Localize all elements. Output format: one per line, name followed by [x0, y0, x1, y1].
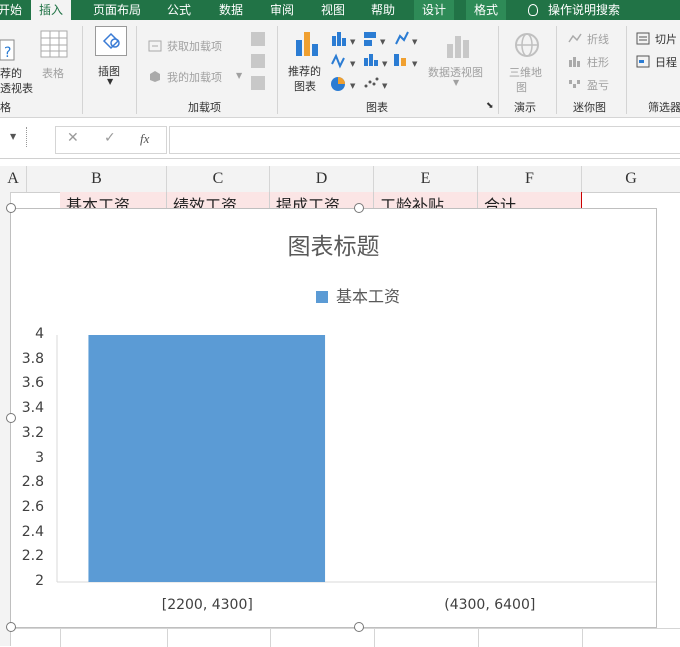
timeline-icon [636, 55, 650, 68]
svg-text:▼: ▼ [412, 60, 418, 68]
lightbulb-icon [528, 4, 538, 16]
resize-handle-left[interactable] [6, 413, 16, 423]
grid-row [10, 628, 680, 647]
recommended-pivot-line2[interactable]: 透视表 [0, 80, 33, 96]
table-button-label[interactable]: 表格 [42, 65, 64, 81]
svg-text:▼: ▼ [380, 38, 386, 46]
addins-side-icons [251, 32, 265, 90]
column-header-e[interactable]: E [374, 166, 478, 192]
chart-type-icons[interactable]: ▼ ▼ ▼ ▼ ▼ ▼ ▼ ▼ [330, 28, 422, 100]
tab-review[interactable]: 审阅 [270, 0, 294, 20]
shapes-icon [102, 32, 120, 50]
column-header-f[interactable]: F [478, 166, 582, 192]
tell-me-search[interactable]: 操作说明搜索 [528, 0, 620, 20]
formula-input[interactable] [169, 126, 680, 154]
column-headers: A B C D E F G [0, 166, 680, 193]
chevron-down-icon: ▼ [107, 77, 114, 86]
illustrations-button[interactable] [95, 26, 127, 56]
column-header-b[interactable]: B [27, 166, 167, 192]
chevron-down-icon: ▼ [236, 71, 243, 80]
sparkline-line-icon [568, 33, 582, 43]
charts-group-label: 图表 [366, 101, 388, 114]
recommended-charts-icon[interactable] [294, 28, 322, 58]
group-separator [277, 26, 278, 114]
resize-handle-top-left[interactable] [6, 203, 16, 213]
tab-design[interactable]: 设计 [414, 0, 455, 20]
tours-group-label: 演示 [514, 101, 536, 114]
name-box-dropdown-icon[interactable]: ▼ [10, 132, 16, 141]
group-separator [626, 26, 627, 114]
column-header-a[interactable]: A [0, 166, 27, 192]
slicer-icon [636, 32, 650, 45]
ribbon-tab-bar: 开始 插入 页面布局 公式 数据 审阅 视图 帮助 设计 格式 操作说明搜索 [0, 0, 680, 20]
group-separator [556, 26, 557, 114]
store-icon [148, 40, 162, 52]
chevron-down-icon: ▼ [453, 78, 460, 87]
addins-group-label: 加载项 [188, 101, 221, 114]
tab-page-layout[interactable]: 页面布局 [93, 0, 141, 20]
tab-format[interactable]: 格式 [466, 0, 507, 20]
svg-text:?: ? [4, 45, 11, 61]
tab-insert[interactable]: 插入 [31, 0, 72, 20]
group-separator [498, 26, 499, 114]
recommended-charts-line2[interactable]: 图表 [294, 78, 316, 94]
chart-bar[interactable] [88, 335, 326, 582]
svg-text:▼: ▼ [350, 60, 356, 68]
tab-help[interactable]: 帮助 [371, 0, 395, 20]
formula-bar: ▼ ✕ ✓ fx [0, 118, 680, 159]
sparkline-column-icon [569, 57, 580, 67]
globe-icon[interactable] [512, 30, 542, 60]
tab-view[interactable]: 视图 [321, 0, 345, 20]
recommended-charts-line1[interactable]: 推荐的 [288, 63, 321, 79]
recommended-pivot-icon[interactable]: ? [0, 38, 18, 64]
slicer-button[interactable]: 切片 [655, 31, 677, 47]
svg-text:▼: ▼ [382, 82, 388, 90]
dialog-launcher-icon[interactable]: ⬊ [486, 101, 494, 111]
sparkline-column-button[interactable]: 柱形 [587, 54, 609, 70]
tab-home[interactable]: 开始 [0, 0, 22, 20]
recommended-pivot-line1[interactable]: 荐的 [0, 65, 22, 81]
tab-data[interactable]: 数据 [219, 0, 243, 20]
my-addins-icon [150, 71, 160, 82]
group-separator [82, 26, 83, 114]
divider-grip[interactable] [26, 127, 29, 147]
cancel-button[interactable]: ✕ [67, 130, 79, 146]
tell-me-label: 操作说明搜索 [548, 3, 621, 17]
x-tick-label: (4300, 6400] [444, 597, 536, 613]
sparklines-group-label: 迷你图 [573, 101, 606, 114]
tables-group-label: 格 [0, 101, 11, 114]
plot-area[interactable] [11, 209, 656, 627]
x-tick-label: [2200, 4300] [161, 597, 253, 613]
3d-map-line1[interactable]: 三维地 [509, 64, 542, 80]
table-icon[interactable] [40, 30, 68, 58]
resize-handle-bottom-left[interactable] [6, 622, 16, 632]
svg-text:▼: ▼ [412, 38, 418, 46]
formula-buttons: ✕ ✓ fx [55, 126, 167, 154]
sparkline-winloss-icon [569, 80, 580, 88]
svg-text:▼: ▼ [350, 38, 356, 46]
column-header-d[interactable]: D [270, 166, 374, 192]
chart-area[interactable]: 图表标题 基本工资 4 3.8 3.6 3.4 3.2 3 2.8 2.6 2.4 2.2 2 [2… [10, 208, 657, 628]
resize-handle-top[interactable] [354, 203, 364, 213]
sparkline-line-button[interactable]: 折线 [587, 31, 609, 47]
svg-text:▼: ▼ [382, 60, 388, 68]
svg-text:▼: ▼ [350, 82, 356, 90]
get-addins-button[interactable]: 获取加载项 [167, 38, 222, 54]
filters-group-label: 筛选器 [648, 101, 680, 114]
tab-formulas[interactable]: 公式 [167, 0, 191, 20]
my-addins-button[interactable]: 我的加载项 [167, 69, 222, 85]
3d-map-line2[interactable]: 图 [516, 79, 527, 95]
column-header-g[interactable]: G [582, 166, 680, 192]
sparkline-winloss-button[interactable]: 盈亏 [587, 77, 609, 93]
pivot-chart-icon[interactable] [443, 30, 475, 60]
group-separator [136, 26, 137, 114]
timeline-button[interactable]: 日程 [655, 54, 677, 70]
insert-function-button[interactable]: fx [140, 131, 149, 147]
column-header-c[interactable]: C [167, 166, 270, 192]
ribbon-insert-panel: ? 荐的 透视表 格 表格 插图 ▼ 获取加载项 我的加载项 ▼ 加载项 推荐的 [0, 20, 680, 118]
enter-button[interactable]: ✓ [104, 130, 116, 146]
resize-handle-bottom[interactable] [354, 622, 364, 632]
